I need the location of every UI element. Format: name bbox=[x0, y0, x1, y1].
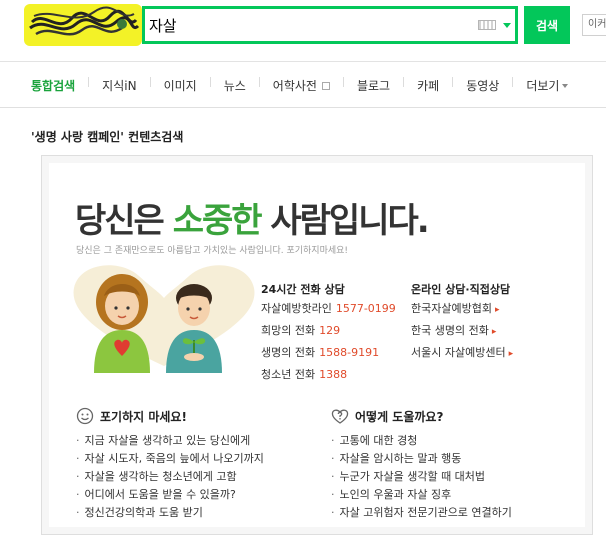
tab-label: 더보기 bbox=[526, 79, 560, 93]
tips-right-list: 고통에 대한 경청 자살을 암시하는 말과 행동 누군가 자살을 생각할 때 대… bbox=[331, 433, 512, 523]
tab-divider bbox=[149, 77, 151, 87]
tips-left-heading: 포기하지 마세요! bbox=[76, 407, 187, 425]
tab-cafe[interactable]: 카페 bbox=[417, 77, 439, 94]
tab-label: 이미지 bbox=[163, 79, 197, 93]
heart-question-icon bbox=[331, 409, 349, 424]
headline-highlight: 소중한 bbox=[172, 201, 263, 241]
line-name: 생명의 전화 bbox=[261, 346, 316, 359]
line-name: 희망의 전화 bbox=[261, 324, 316, 337]
tips-right-heading: 어떻게 도울까요? bbox=[331, 407, 443, 425]
tip-link[interactable]: 어디에서 도움을 받을 수 있을까? bbox=[76, 487, 264, 505]
line-number: 1388 bbox=[319, 368, 348, 381]
chevron-down-icon[interactable] bbox=[503, 23, 511, 28]
tips-left-list: 지금 자살을 생각하고 있는 당신에게 자살 시도자, 죽음의 늪에서 나오기까… bbox=[76, 433, 264, 523]
tab-divider bbox=[452, 77, 454, 87]
tips-right-title: 어떻게 도울까요? bbox=[355, 409, 444, 424]
smile-icon bbox=[76, 407, 94, 425]
tab-divider bbox=[258, 77, 260, 87]
chevron-right-icon: ▸ bbox=[494, 305, 500, 315]
tip-link[interactable]: 자살을 생각하는 청소년에게 고함 bbox=[76, 469, 264, 487]
link-label: 한국자살예방협회 bbox=[411, 302, 492, 315]
chevron-right-icon: ▸ bbox=[491, 327, 497, 337]
phone-line-item[interactable]: 자살예방핫라인 1577-0199 bbox=[261, 301, 396, 323]
tip-link[interactable]: 자살 시도자, 죽음의 늪에서 나오기까지 bbox=[76, 451, 264, 469]
search-tabs: 통합검색 지식iN 이미지 뉴스 어학사전 블로그 카페 동영상 더보기 bbox=[0, 62, 606, 108]
tab-divider bbox=[342, 77, 344, 87]
online-link-item[interactable]: 서울시 자살예방센터 ▸ bbox=[411, 345, 513, 367]
tab-kin[interactable]: 지식iN bbox=[102, 77, 136, 94]
search-box bbox=[142, 6, 518, 44]
chevron-down-icon bbox=[562, 83, 569, 88]
tab-divider bbox=[88, 77, 90, 87]
line-name: 청소년 전화 bbox=[261, 368, 316, 381]
tab-divider bbox=[512, 77, 514, 87]
tip-link[interactable]: 노인의 우울과 자살 징후 bbox=[331, 487, 512, 505]
online-link-list: 한국자살예방협회 ▸ 한국 생명의 전화 ▸ 서울시 자살예방센터 ▸ bbox=[411, 301, 513, 367]
phone-line-item[interactable]: 생명의 전화 1588-9191 bbox=[261, 345, 396, 367]
scribble-redaction-icon bbox=[29, 6, 140, 36]
line-number: 1577-0199 bbox=[335, 302, 396, 315]
tab-label: 지식iN bbox=[102, 79, 137, 93]
tab-label: 뉴스 bbox=[223, 79, 246, 93]
online-link-item[interactable]: 한국자살예방협회 ▸ bbox=[411, 301, 513, 323]
tab-label: 동영상 bbox=[466, 79, 500, 93]
tip-link[interactable]: 지금 자살을 생각하고 있는 당신에게 bbox=[76, 433, 264, 451]
line-name: 자살예방핫라인 bbox=[261, 302, 332, 315]
headline-prefix: 당신은 bbox=[75, 201, 173, 241]
tip-link[interactable]: 누군가 자살을 생각할 때 대처법 bbox=[331, 469, 512, 487]
campaign-headline: 당신은 소중한 사람입니다. bbox=[75, 193, 430, 242]
tab-integrated[interactable]: 통합검색 bbox=[31, 77, 75, 94]
tab-label: 통합검색 bbox=[31, 79, 76, 93]
chevron-right-icon: ▸ bbox=[508, 349, 514, 359]
tip-link[interactable]: 자살을 암시하는 말과 행동 bbox=[331, 451, 512, 469]
tab-divider bbox=[209, 77, 211, 87]
tab-dictionary[interactable]: 어학사전 bbox=[273, 77, 330, 94]
tab-video[interactable]: 동영상 bbox=[466, 77, 499, 94]
search-input[interactable] bbox=[149, 13, 469, 37]
campaign-content: 당신은 소중한 사람입니다. 당신은 그 존재만으로도 아름답고 가치있는 사람… bbox=[49, 163, 585, 527]
tab-divider bbox=[403, 77, 405, 87]
popup-window-icon bbox=[321, 81, 330, 90]
campaign-subheadline: 당신은 그 존재만으로도 아름답고 가치있는 사람입니다. 포기하지마세요! bbox=[76, 246, 349, 256]
search-button[interactable]: 검색 bbox=[524, 6, 570, 44]
tab-images[interactable]: 이미지 bbox=[164, 77, 197, 94]
tip-link[interactable]: 정신건강의학과 도움 받기 bbox=[76, 505, 264, 523]
keyboard-icon[interactable] bbox=[478, 20, 496, 30]
tab-blog[interactable]: 블로그 bbox=[357, 77, 390, 94]
tip-link[interactable]: 자살 고위험자 전문기관으로 연결하기 bbox=[331, 505, 512, 523]
tab-label: 카페 bbox=[417, 79, 440, 93]
tip-link[interactable]: 고통에 대한 경청 bbox=[331, 433, 512, 451]
online-link-item[interactable]: 한국 생명의 전화 ▸ bbox=[411, 323, 513, 345]
phone-line-list: 자살예방핫라인 1577-0199 희망의 전화 129 생명의 전화 1588-91… bbox=[261, 301, 396, 389]
tab-label: 블로그 bbox=[356, 79, 391, 93]
tab-more[interactable]: 더보기 bbox=[526, 77, 569, 94]
couple-illustration-icon bbox=[73, 265, 255, 373]
section-title: '생명 사랑 캠페인' 컨텐츠검색 bbox=[31, 130, 184, 144]
campaign-panel: 당신은 소중한 사람입니다. 당신은 그 존재만으로도 아름답고 가치있는 사람… bbox=[41, 155, 593, 535]
logo-redacted[interactable] bbox=[24, 4, 142, 46]
online-column-title: 온라인 상담·직접상담 bbox=[411, 283, 511, 296]
tab-news[interactable]: 뉴스 bbox=[224, 77, 246, 94]
link-label: 서울시 자살예방센터 bbox=[411, 346, 506, 359]
phone-column-title: 24시간 전화 상담 bbox=[261, 283, 345, 296]
extra-button[interactable]: 이커 bbox=[582, 14, 606, 36]
phone-line-item[interactable]: 청소년 전화 1388 bbox=[261, 367, 396, 389]
tab-label: 어학사전 bbox=[272, 79, 317, 93]
line-number: 1588-9191 bbox=[319, 346, 380, 359]
tips-left-title: 포기하지 마세요! bbox=[100, 409, 187, 424]
headline-suffix: 사람입니다. bbox=[260, 201, 429, 241]
phone-line-item[interactable]: 희망의 전화 129 bbox=[261, 323, 396, 345]
link-label: 한국 생명의 전화 bbox=[411, 324, 489, 337]
search-header: 검색 이커 bbox=[0, 0, 606, 62]
line-number: 129 bbox=[319, 324, 341, 337]
